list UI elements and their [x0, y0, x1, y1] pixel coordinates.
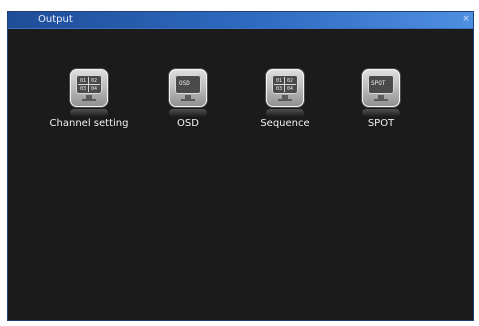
- window-titlebar: Output ×: [8, 12, 473, 29]
- window-title: Output: [38, 14, 73, 25]
- menu-item-channel-setting[interactable]: 01 02 03 04 Channel setting: [42, 69, 136, 149]
- menu-item-label: Channel setting: [49, 118, 129, 129]
- menu-item-spot[interactable]: SPOT SPOT: [334, 69, 428, 149]
- channel-grid-icon: 01 02 03 04: [69, 69, 109, 117]
- menu-item-osd[interactable]: OSD OSD: [141, 69, 235, 149]
- close-icon[interactable]: ×: [461, 14, 471, 24]
- menu-item-sequence[interactable]: 01 02 03 04 Sequence: [238, 69, 332, 149]
- menu-item-label: OSD: [177, 118, 199, 129]
- output-content: 01 02 03 04 Channel setting OSD OSD 01 0…: [8, 29, 473, 320]
- sequence-grid-icon: 01 02 03 04: [265, 69, 305, 117]
- menu-item-label: Sequence: [260, 118, 310, 129]
- output-window: Output × 01 02 03 04 Channel setting OSD…: [7, 11, 474, 321]
- menu-item-label: SPOT: [367, 118, 395, 129]
- osd-monitor-icon: OSD: [168, 69, 208, 117]
- spot-monitor-icon: SPOT: [361, 69, 401, 117]
